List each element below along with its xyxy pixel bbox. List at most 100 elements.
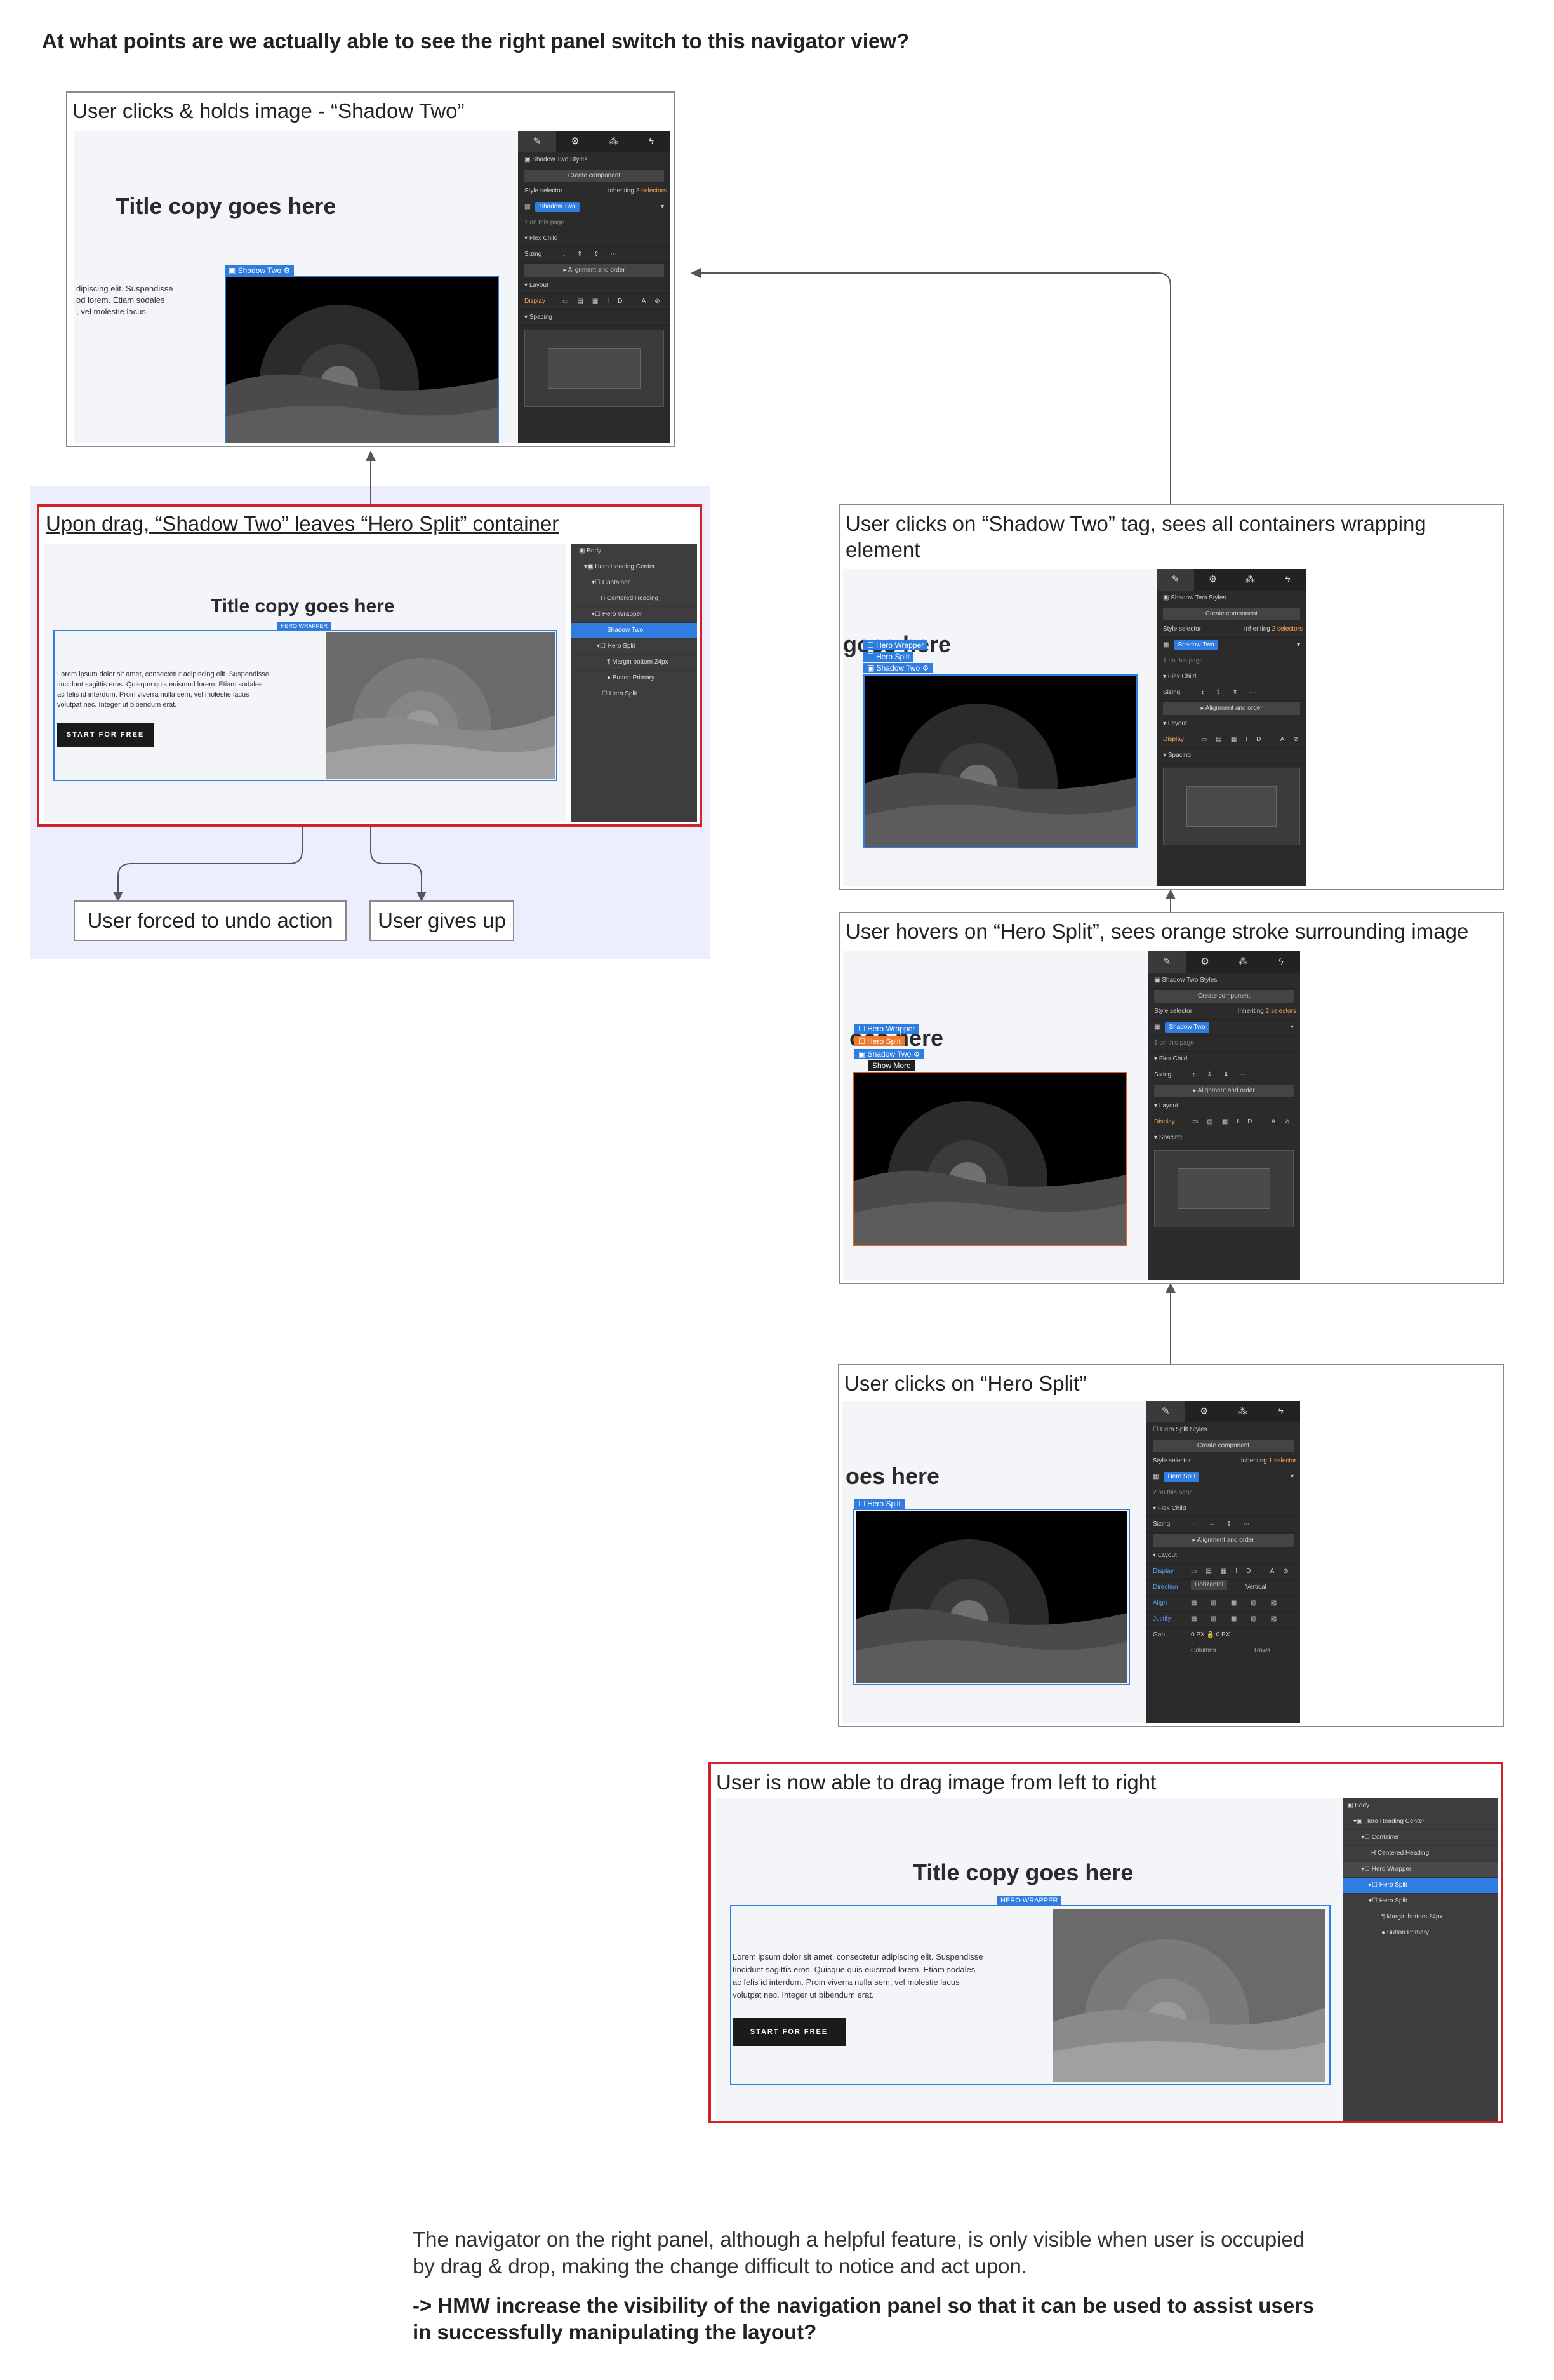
gear-tab-icon[interactable]: ⚙ <box>556 131 594 152</box>
nav-item-hero-heading-center[interactable]: ▾▣ Hero Heading Center <box>1343 1814 1498 1830</box>
nav-item-container[interactable]: ▾☐ Container <box>1343 1830 1498 1846</box>
bolt-tab-icon[interactable]: ϟ <box>632 131 670 152</box>
hero-image[interactable] <box>1053 1909 1325 2082</box>
nav-item-margin-bottom[interactable]: ¶ Margin bottom 24px <box>571 655 697 671</box>
selector-chip-row[interactable]: ▦ Shadow Two ▾ <box>1148 1020 1300 1036</box>
brush-tab-icon[interactable]: ✎ <box>1146 1401 1185 1422</box>
nav-item-hero-heading-center[interactable]: ▾▣ Hero Heading Center <box>571 559 697 575</box>
nav-item-shadow-two[interactable]: Shadow Two <box>571 623 697 639</box>
alignment-order-button[interactable]: ▸ Alignment and order <box>1153 1534 1294 1547</box>
step-1-frame: User clicks & holds image - “Shadow Two”… <box>66 91 675 447</box>
create-component-button[interactable]: Create component <box>524 170 664 182</box>
brush-tab-icon[interactable]: ✎ <box>518 131 556 152</box>
shadow-two-image[interactable] <box>856 1511 1127 1683</box>
nav-item-button-primary[interactable]: ● Button Primary <box>571 671 697 686</box>
bolt-tab-icon[interactable]: ϟ <box>1269 569 1306 591</box>
drops-tab-icon[interactable]: ⁂ <box>594 131 632 152</box>
layout-section[interactable]: ▾ Layout <box>518 278 670 294</box>
drops-tab-icon[interactable]: ⁂ <box>1232 569 1269 591</box>
nav-item-hero-wrapper[interactable]: ▾☐ Hero Wrapper <box>571 607 697 623</box>
step-2-label: Upon drag, “Shadow Two” leaves “Hero Spl… <box>46 512 559 535</box>
selector-chip-row[interactable]: ▦ Hero Split ▾ <box>1146 1469 1300 1485</box>
step-1-label: User clicks & holds image - “Shadow Two” <box>72 99 465 123</box>
nav-item-hero-split[interactable]: ▾☐ Hero Split <box>1343 1894 1498 1909</box>
nav-item-button-primary[interactable]: ● Button Primary <box>1343 1925 1498 1941</box>
step-6-canvas: Title copy goes here HERO WRAPPER Lorem … <box>715 1798 1350 2121</box>
selector-chip[interactable]: Shadow Two <box>535 202 580 212</box>
hero-split-tag[interactable]: ☐ Hero Split <box>863 652 913 662</box>
shadow-two-tag[interactable]: ▣ Shadow Two ⚙ <box>863 663 933 673</box>
spacing-box[interactable] <box>1154 1150 1294 1227</box>
drops-tab-icon[interactable]: ⁂ <box>1224 951 1262 973</box>
hero-wrapper-tag[interactable]: ☐ Hero Wrapper <box>863 640 928 650</box>
nav-item-body[interactable]: ▣ Body <box>571 544 697 559</box>
layout-section[interactable]: ▾ Layout <box>1148 1099 1300 1114</box>
page-title: Title copy goes here <box>211 596 395 617</box>
layout-section[interactable]: ▾ Layout <box>1157 716 1306 732</box>
flex-child-section[interactable]: ▾ Flex Child <box>1148 1052 1300 1067</box>
brush-tab-icon[interactable]: ✎ <box>1148 951 1186 973</box>
gap-row: Gap 0 PX 🔒 0 PX <box>1146 1628 1300 1643</box>
hero-image[interactable] <box>326 632 555 779</box>
hero-wrapper-tag[interactable]: ☐ Hero Wrapper <box>854 1024 919 1034</box>
nav-item-margin-bottom[interactable]: ¶ Margin bottom 24px <box>1343 1909 1498 1925</box>
layout-section[interactable]: ▾ Layout <box>1146 1548 1300 1564</box>
arrow-s3-to-s1 <box>691 268 1171 505</box>
flex-child-section[interactable]: ▾ Flex Child <box>518 231 670 247</box>
bolt-tab-icon[interactable]: ϟ <box>1262 1401 1301 1422</box>
shadow-two-tag[interactable]: ▣ Shadow Two ⚙ <box>225 265 295 276</box>
hero-split-tag-hovered[interactable]: ☐ Hero Split <box>854 1036 905 1046</box>
gear-tab-icon[interactable]: ⚙ <box>1186 951 1224 973</box>
hero-wrapper-tag[interactable]: HERO WRAPPER <box>997 1896 1062 1905</box>
drops-tab-icon[interactable]: ⁂ <box>1223 1401 1262 1422</box>
shadow-two-tag[interactable]: ▣ Shadow Two ⚙ <box>854 1049 924 1059</box>
start-for-free-button[interactable]: START FOR FREE <box>733 2018 846 2046</box>
gear-tab-icon[interactable]: ⚙ <box>1194 569 1232 591</box>
step-5-label: User clicks on “Hero Split” <box>844 1372 1087 1395</box>
spacing-section[interactable]: ▾ Spacing <box>1148 1130 1300 1146</box>
nav-item-centered-heading[interactable]: H Centered Heading <box>1343 1846 1498 1862</box>
alignment-order-button[interactable]: ▸ Alignment and order <box>524 264 664 277</box>
sizing-row: Sizing ↕⇕⇕⋯ <box>1148 1067 1300 1083</box>
spacing-box[interactable] <box>1163 768 1300 845</box>
horizontal-toggle[interactable]: Horizontal <box>1191 1580 1228 1590</box>
selector-chip[interactable]: Hero Split <box>1164 1472 1200 1482</box>
on-page-count: 1 on this page <box>1148 1036 1300 1052</box>
start-for-free-button[interactable]: START FOR FREE <box>57 723 154 747</box>
vertical-toggle[interactable]: Vertical <box>1242 1580 1270 1595</box>
nav-item-centered-heading[interactable]: H Centered Heading <box>571 591 697 607</box>
nav-item-hero-split[interactable]: ▾☐ Hero Split <box>571 639 697 655</box>
nav-item-hero-wrapper[interactable]: ▾☐ Hero Wrapper <box>1343 1862 1498 1878</box>
gear-tab-icon[interactable]: ⚙ <box>1185 1401 1224 1422</box>
selector-chip-row[interactable]: ▦ Shadow Two ▾ <box>1157 638 1306 653</box>
spacing-box[interactable] <box>524 330 664 407</box>
create-component-button[interactable]: Create component <box>1154 990 1294 1003</box>
alignment-order-button[interactable]: ▸ Alignment and order <box>1163 702 1300 715</box>
create-component-button[interactable]: Create component <box>1153 1440 1294 1452</box>
sizing-row: Sizing ↔⇔⇕⋯ <box>1146 1517 1300 1533</box>
nav-item-body[interactable]: ▣ Body <box>1343 1798 1498 1814</box>
create-component-button[interactable]: Create component <box>1163 608 1300 620</box>
shadow-two-image[interactable] <box>865 676 1136 847</box>
nav-item-hero-split-2[interactable]: ☐ Hero Split <box>571 686 697 702</box>
alignment-order-button[interactable]: ▸ Alignment and order <box>1154 1085 1294 1097</box>
nav-item-hero-split-selected[interactable]: ▸☐ Hero Split <box>1343 1878 1498 1894</box>
selector-chip[interactable]: Shadow Two <box>1165 1022 1209 1033</box>
shadow-two-image[interactable] <box>226 277 498 443</box>
hero-wrapper-tag[interactable]: HERO WRAPPER <box>277 622 332 630</box>
flex-child-section[interactable]: ▾ Flex Child <box>1157 669 1306 685</box>
flex-child-section[interactable]: ▾ Flex Child <box>1146 1501 1300 1517</box>
spacing-section[interactable]: ▾ Spacing <box>518 310 670 326</box>
nav-item-container[interactable]: ▾☐ Container <box>571 575 697 591</box>
style-selector-row: Style selector Inheriting 2 selectors <box>1157 622 1306 638</box>
step-2-canvas: Title copy goes here HERO WRAPPER Lorem … <box>44 544 566 822</box>
spacing-section[interactable]: ▾ Spacing <box>1157 748 1306 764</box>
selector-chip[interactable]: Shadow Two <box>1174 640 1218 650</box>
shadow-two-image[interactable] <box>854 1073 1126 1245</box>
hero-split-tag[interactable]: ☐ Hero Split <box>854 1499 905 1509</box>
selector-chip-row[interactable]: ▦ Shadow Two ▾ <box>518 199 670 215</box>
brush-tab-icon[interactable]: ✎ <box>1157 569 1194 591</box>
hmw-question: -> HMW increase the visibility of the na… <box>413 2294 1315 2344</box>
navigator-panel: ▣ Body ▾▣ Hero Heading Center ▾☐ Contain… <box>1343 1798 1498 2121</box>
bolt-tab-icon[interactable]: ϟ <box>1262 951 1300 973</box>
